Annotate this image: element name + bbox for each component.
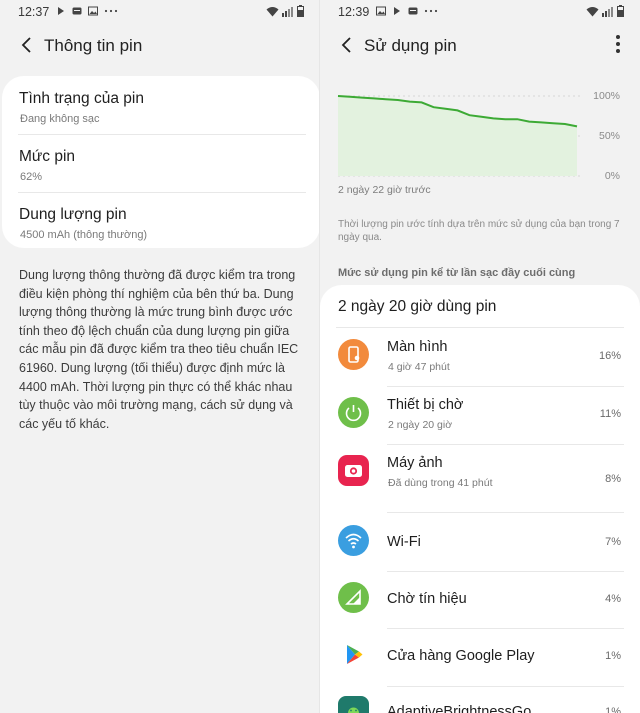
wifi-icon	[338, 525, 369, 556]
app-percent: 4%	[605, 593, 621, 605]
app-name: Máy ảnh	[387, 455, 443, 471]
play-store-icon	[338, 639, 369, 670]
app-name: Màn hình	[387, 339, 448, 355]
status-time: 12:37	[18, 5, 50, 19]
app-percent: 7%	[605, 536, 621, 548]
usage-duration-title: 2 ngày 20 giờ dùng pin	[338, 298, 497, 315]
app-percent: 1%	[605, 706, 621, 713]
usage-card: 2 ngày 20 giờ dùng pin Màn hình 4 giờ 47…	[320, 285, 640, 713]
battery-capacity-item[interactable]: Dung lượng pin 4500 mAh (thông thường)	[2, 194, 306, 252]
power-icon	[338, 397, 369, 428]
page-title: Thông tin pin	[44, 36, 143, 55]
app-detail: 2 ngày 20 giờ	[388, 419, 453, 431]
signal-icon	[338, 582, 369, 613]
app-detail: 4 giờ 47 phút	[388, 361, 450, 373]
app-row-camera[interactable]: Máy ảnh Đã dùng trong 41 phút 8%	[320, 444, 640, 510]
app-percent: 11%	[599, 408, 621, 420]
status-bar: 12:37	[0, 0, 320, 24]
app-percent: 16%	[598, 350, 621, 362]
notification-icons	[56, 6, 118, 16]
message-notification-icon	[408, 7, 418, 15]
play-notification-icon	[58, 7, 64, 15]
more-notifications-icon	[104, 9, 118, 13]
app-detail: Đã dùng trong 41 phút	[388, 477, 493, 489]
message-notification-icon	[72, 7, 82, 15]
gallery-notification-icon	[88, 6, 98, 16]
y-tick-label: 0%	[604, 170, 620, 182]
battery-chart-svg	[337, 95, 580, 177]
camera-icon	[338, 455, 369, 486]
battery-usage-screen: 12:39 Sử dụng pin 100% 50% 0% 2 ngày 22 …	[320, 0, 640, 713]
screen-icon	[338, 339, 369, 370]
back-arrow-icon[interactable]	[336, 34, 358, 56]
y-tick-label: 100%	[593, 90, 620, 102]
battery-status-item[interactable]: Tình trạng của pin Đang không sạc	[2, 78, 306, 136]
page-title: Sử dụng pin	[364, 36, 457, 55]
app-row-screen[interactable]: Màn hình 4 giờ 47 phút 16%	[320, 328, 640, 386]
app-percent: 1%	[605, 650, 621, 662]
system-status-icons	[266, 5, 304, 17]
more-notifications-icon	[424, 9, 438, 13]
battery-status-icon	[297, 5, 304, 17]
battery-info-screen: 12:37 Thông tin pin Tình trạng của pin Đ…	[0, 0, 320, 713]
estimate-note: Thời lượng pin ước tính dựa trên mức sử …	[338, 219, 620, 243]
chart-time-caption: 2 ngày 22 giờ trước	[338, 184, 431, 196]
app-name: AdaptiveBrightnessGo	[387, 704, 532, 713]
app-row-wifi[interactable]: Wi-Fi 7%	[320, 514, 640, 572]
item-title: Tình trạng của pin	[19, 90, 144, 107]
app-row-play-store[interactable]: Cửa hàng Google Play 1%	[320, 628, 640, 686]
app-name: Thiết bị chờ	[387, 397, 464, 413]
divider	[387, 512, 624, 513]
item-title: Mức pin	[19, 148, 76, 165]
item-subtitle: 4500 mAh (thông thường)	[20, 229, 148, 241]
wifi-status-icon	[586, 6, 599, 16]
app-name: Wi-Fi	[387, 534, 421, 550]
battery-status-icon	[617, 5, 624, 17]
status-time: 12:39	[338, 5, 370, 19]
capacity-description: Dung lượng thông thường đã được kiểm tra…	[19, 268, 299, 431]
status-bar: 12:39	[320, 0, 640, 24]
battery-level-item[interactable]: Mức pin 62%	[2, 136, 306, 194]
signal-status-icon	[602, 6, 613, 17]
wifi-status-icon	[266, 6, 279, 16]
app-row-signal-standby[interactable]: Chờ tín hiệu 4%	[320, 571, 640, 629]
back-arrow-icon[interactable]	[16, 34, 38, 56]
signal-status-icon	[282, 6, 293, 17]
section-header: Mức sử dụng pin kể từ lần sạc đầy cuối c…	[338, 267, 576, 279]
battery-area	[338, 96, 577, 176]
item-title: Dung lượng pin	[19, 206, 127, 223]
app-row-adaptive-brightness[interactable]: AdaptiveBrightnessGo 1%	[320, 686, 640, 713]
divider	[18, 192, 306, 193]
battery-chart: 100% 50% 0%	[320, 80, 640, 190]
divider	[18, 134, 306, 135]
app-name: Cửa hàng Google Play	[387, 648, 535, 664]
y-tick-label: 50%	[598, 130, 620, 142]
app-percent: 8%	[605, 473, 621, 485]
app-row-standby[interactable]: Thiết bị chờ 2 ngày 20 giờ 11%	[320, 386, 640, 444]
app-bar: Thông tin pin	[0, 28, 320, 64]
battery-info-card: Tình trạng của pin Đang không sạc Mức pi…	[2, 76, 320, 248]
app-bar: Sử dụng pin	[320, 28, 640, 64]
item-subtitle: 62%	[20, 171, 43, 183]
app-name: Chờ tín hiệu	[387, 591, 467, 607]
more-options-icon[interactable]	[614, 35, 622, 55]
play-notification-icon	[394, 7, 400, 15]
gallery-notification-icon	[376, 6, 386, 16]
android-icon	[338, 696, 369, 713]
notification-icons	[376, 6, 438, 16]
item-subtitle: Đang không sạc	[20, 113, 100, 125]
system-status-icons	[586, 5, 624, 17]
